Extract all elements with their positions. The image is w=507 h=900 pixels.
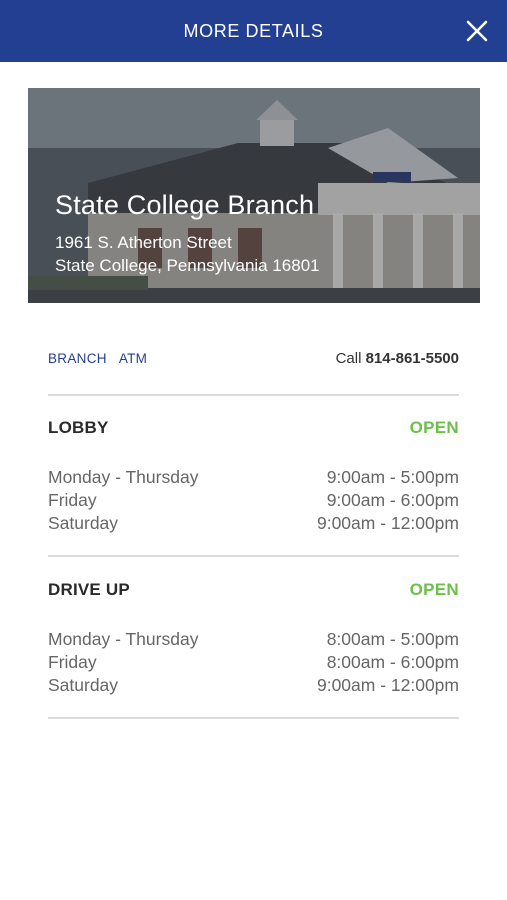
branch-name: State College Branch xyxy=(55,190,315,220)
hours-time: 9:00am - 12:00pm xyxy=(316,675,459,695)
hours-days: Saturday xyxy=(48,513,119,533)
drive-up-hours-row: Monday - Thursday 8:00am - 5:00pm xyxy=(48,629,459,652)
divider xyxy=(48,394,459,396)
lobby-title: LOBBY xyxy=(48,418,109,437)
tab-atm[interactable]: ATM xyxy=(119,351,147,366)
drive-up-hours-row: Saturday 9:00am - 12:00pm xyxy=(48,675,459,698)
hours-days: Friday xyxy=(48,490,97,510)
drive-up-title: DRIVE UP xyxy=(48,580,130,599)
hours-days: Monday - Thursday xyxy=(48,467,199,487)
branch-photo: State College Branch 1961 S. Atherton St… xyxy=(28,88,480,303)
hours-time: 8:00am - 5:00pm xyxy=(326,629,459,649)
hours-time: 9:00am - 12:00pm xyxy=(316,513,459,533)
drive-up-status-badge: OPEN xyxy=(409,580,459,599)
lobby-hours-row: Saturday 9:00am - 12:00pm xyxy=(48,513,459,536)
hours-days: Monday - Thursday xyxy=(48,629,199,649)
divider xyxy=(48,717,459,719)
lobby-status-badge: OPEN xyxy=(409,418,459,437)
divider xyxy=(48,555,459,557)
tab-branch[interactable]: BRANCH xyxy=(48,351,107,366)
lobby-hours-row: Monday - Thursday 9:00am - 5:00pm xyxy=(48,467,459,490)
top-bar: MORE DETAILS xyxy=(0,0,507,62)
hours-time: 8:00am - 6:00pm xyxy=(326,652,459,672)
call-label: Call xyxy=(335,349,362,367)
call-link[interactable]: Call 814-861-5500 xyxy=(336,350,459,367)
lobby-hours-row: Friday 9:00am - 6:00pm xyxy=(48,490,459,513)
drive-up-hours-row: Friday 8:00am - 6:00pm xyxy=(48,652,459,675)
page-title: MORE DETAILS xyxy=(183,20,324,41)
service-tabs: BRANCH ATM Call 814-861-5500 xyxy=(48,348,459,368)
phone-number: 814-861-5500 xyxy=(365,349,459,367)
close-button[interactable] xyxy=(461,15,493,47)
hours-days: Friday xyxy=(48,652,97,672)
address-line-1: 1961 S. Atherton Street xyxy=(55,233,232,252)
close-icon xyxy=(466,20,488,42)
address-line-2: State College, Pennsylvania 16801 xyxy=(55,256,320,275)
hours-time: 9:00am - 6:00pm xyxy=(326,490,459,510)
hours-days: Saturday xyxy=(48,675,119,695)
hours-time: 9:00am - 5:00pm xyxy=(326,467,459,487)
